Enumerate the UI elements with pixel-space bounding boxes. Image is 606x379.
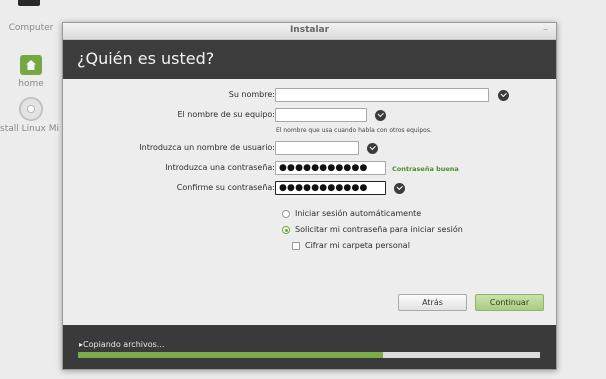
auto-login-label[interactable]: Iniciar sesión automáticamente: [295, 209, 421, 218]
progress-bar-fill: [78, 352, 383, 358]
password-field[interactable]: ●●●●●●●●●●●: [275, 161, 386, 175]
progress-status-text[interactable]: ▸Copiando archivos...: [79, 340, 164, 349]
computer-icon: [18, 0, 40, 6]
window-titlebar[interactable]: Instalar –: [63, 23, 556, 40]
encrypt-home-label[interactable]: Cifrar mi carpeta personal: [305, 241, 410, 250]
installer-window: Instalar – ¿Quién es usted? Su nombre: E…: [62, 22, 557, 370]
progress-footer: ▸Copiando archivos...: [63, 325, 556, 369]
desktop-icon-home[interactable]: home: [0, 55, 62, 89]
computer-name-field[interactable]: [275, 108, 367, 122]
progress-bar: [78, 352, 540, 358]
continue-button[interactable]: Continuar: [475, 294, 544, 311]
auto-login-radio[interactable]: [282, 210, 290, 218]
page-title: ¿Quién es usted?: [77, 49, 215, 68]
confirm-password-mask: ●●●●●●●●●●●: [279, 183, 368, 193]
confirm-password-label: Confirme su contraseña:: [176, 183, 275, 192]
minimize-button[interactable]: –: [543, 24, 548, 35]
user-form: Su nombre: El nombre de su equipo: El no…: [63, 79, 556, 324]
desktop-icon-label: home: [18, 79, 44, 89]
home-folder-icon: [20, 55, 42, 75]
disc-icon: [19, 97, 43, 121]
password-mask: ●●●●●●●●●●●: [279, 163, 368, 173]
encrypt-home-checkbox[interactable]: [292, 242, 300, 250]
password-strength-label: Contraseña buena: [392, 165, 459, 173]
window-title: Instalar: [289, 25, 330, 35]
desktop-icon-label: Computer: [8, 23, 54, 33]
desktop-icon-computer[interactable]: Computer: [0, 0, 62, 36]
name-field[interactable]: [275, 88, 489, 102]
computer-name-hint: El nombre que usa cuando habla con otros…: [276, 127, 432, 134]
name-valid-check-icon: [498, 90, 509, 101]
back-button[interactable]: Atrás: [398, 294, 467, 311]
confirm-password-field[interactable]: ●●●●●●●●●●●: [275, 181, 386, 195]
page-header: ¿Quién es usted?: [63, 40, 556, 79]
desktop-icon-label: stall Linux Mi: [0, 124, 59, 134]
require-password-label[interactable]: Solicitar mi contraseña para iniciar ses…: [295, 225, 463, 234]
desktop-icon-install[interactable]: stall Linux Mi: [0, 97, 62, 134]
require-password-radio[interactable]: [282, 226, 290, 234]
password-label: Introduzca una contraseña:: [165, 163, 275, 172]
name-label: Su nombre:: [228, 90, 275, 99]
username-label: Introduzca un nombre de usuario:: [139, 143, 275, 152]
username-valid-check-icon: [367, 143, 378, 154]
username-field[interactable]: [275, 141, 359, 155]
computer-name-label: El nombre de su equipo:: [177, 110, 275, 119]
computer-name-valid-check-icon: [375, 110, 386, 121]
confirm-password-valid-check-icon: [394, 183, 405, 194]
